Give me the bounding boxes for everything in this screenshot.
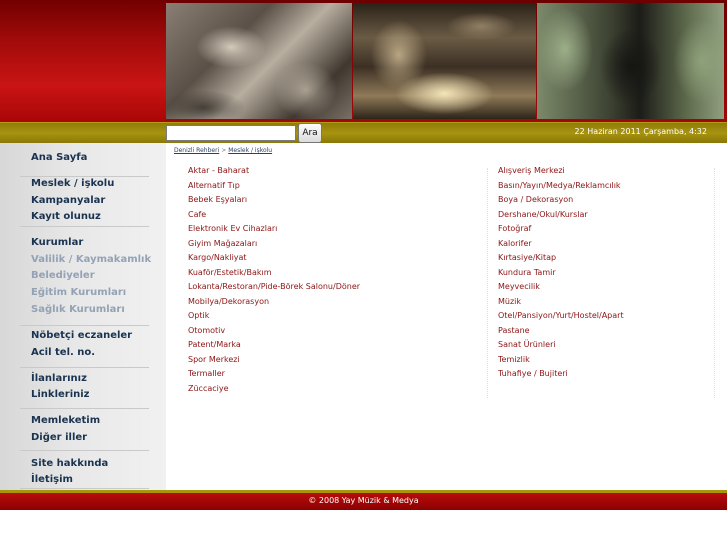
category-link[interactable]: Müzik: [498, 297, 521, 306]
cave-photo-1: [166, 3, 352, 119]
category-link[interactable]: Meyvecilik: [498, 282, 540, 291]
category-link[interactable]: Pastane: [498, 326, 530, 335]
column-divider: [487, 168, 488, 398]
category-link[interactable]: Alışveriş Merkezi: [498, 166, 565, 175]
category-link[interactable]: Tuhafiye / Bujiteri: [498, 369, 568, 378]
sidebar-item-linkleriniz[interactable]: Linkleriniz: [31, 389, 90, 400]
sidebar-divider: [20, 450, 149, 451]
sidebar-item-belediyeler[interactable]: Belediyeler: [31, 270, 95, 281]
sidebar-divider: [20, 488, 149, 489]
category-link[interactable]: Otomotiv: [188, 326, 225, 335]
header-left-banner: [0, 0, 166, 122]
sidebar-divider: [20, 325, 149, 326]
sidebar-item-egitim-kurumlari[interactable]: Eğitim Kurumları: [31, 287, 126, 298]
category-link[interactable]: Spor Merkezi: [188, 355, 240, 364]
category-link[interactable]: Kalorifer: [498, 239, 532, 248]
category-link[interactable]: Bebek Eşyaları: [188, 195, 247, 204]
breadcrumb-separator: >: [221, 147, 227, 154]
sidebar-item-ilanlariniz[interactable]: İlanlarınız: [31, 373, 87, 384]
footer: © 2008 Yay Müzik & Medya: [0, 493, 727, 510]
sidebar-item-meslek-iskolu[interactable]: Meslek / işkolu: [31, 178, 114, 189]
category-link[interactable]: Elektronik Ev Cihazları: [188, 224, 277, 233]
sidebar-divider: [20, 367, 149, 368]
category-link[interactable]: Cafe: [188, 210, 206, 219]
cave-photo-3: [537, 3, 724, 119]
category-link[interactable]: Giyim Mağazaları: [188, 239, 257, 248]
sidebar-item-acil-tel[interactable]: Acil tel. no.: [31, 347, 95, 358]
category-link[interactable]: Optik: [188, 311, 209, 320]
category-link[interactable]: Boya / Dekorasyon: [498, 195, 573, 204]
sidebar-item-iletisim[interactable]: İletişim: [31, 474, 73, 485]
sidebar-divider: [20, 408, 149, 409]
category-link[interactable]: Kuaför/Estetik/Bakım: [188, 268, 272, 277]
category-link[interactable]: Lokanta/Restoran/Pide-Börek Salonu/Döner: [188, 282, 360, 291]
category-link[interactable]: Züccaciye: [188, 384, 229, 393]
sidebar-item-diger-iller[interactable]: Diğer iller: [31, 432, 87, 443]
page: Ara 22 Haziran 2011 Çarşamba, 4:32 Ana S…: [0, 0, 727, 545]
category-link[interactable]: Temizlik: [498, 355, 530, 364]
header-photo-banner: [166, 0, 727, 122]
category-link[interactable]: Basın/Yayın/Medya/Reklamcılık: [498, 181, 621, 190]
column-divider-right: [714, 168, 715, 398]
sidebar-item-saglik-kurumlari[interactable]: Sağlık Kurumları: [31, 304, 125, 315]
sidebar-item-valilik[interactable]: Valilik / Kaymakamlık: [31, 254, 151, 265]
category-link[interactable]: Sanat Ürünleri: [498, 340, 556, 349]
category-link[interactable]: Patent/Marka: [188, 340, 241, 349]
category-link[interactable]: Aktar - Baharat: [188, 166, 249, 175]
breadcrumb-current-link[interactable]: Meslek / işkolu: [228, 147, 272, 154]
breadcrumb: Denizli Rehberi > Meslek / işkolu: [174, 147, 272, 154]
category-link[interactable]: Kargo/Nakliyat: [188, 253, 247, 262]
category-link[interactable]: Fotoğraf: [498, 224, 531, 233]
category-link[interactable]: Mobilya/Dekorasyon: [188, 297, 269, 306]
sidebar-divider: [20, 226, 149, 227]
category-link[interactable]: Otel/Pansiyon/Yurt/Hostel/Apart: [498, 311, 624, 320]
category-link[interactable]: Dershane/Okul/Kurslar: [498, 210, 588, 219]
sidebar-item-ana-sayfa[interactable]: Ana Sayfa: [31, 152, 87, 163]
sidebar-item-nobetci-eczaneler[interactable]: Nöbetçi eczaneler: [31, 330, 132, 341]
sidebar-item-site-hakkinda[interactable]: Site hakkında: [31, 458, 108, 469]
breadcrumb-root-link[interactable]: Denizli Rehberi: [174, 147, 219, 154]
sidebar-divider: [20, 176, 149, 177]
cave-photo-2: [353, 3, 536, 119]
search-button[interactable]: Ara: [298, 123, 322, 143]
sidebar-item-kurumlar[interactable]: Kurumlar: [31, 237, 83, 248]
category-link[interactable]: Kundura Tamir: [498, 268, 556, 277]
current-datetime: 22 Haziran 2011 Çarşamba, 4:32: [574, 127, 707, 136]
footer-copyright: © 2008 Yay Müzik & Medya: [308, 496, 419, 505]
category-link[interactable]: Kırtasiye/Kitap: [498, 253, 556, 262]
search-input[interactable]: [166, 125, 296, 141]
sidebar-item-kampanyalar[interactable]: Kampanyalar: [31, 195, 105, 206]
category-link[interactable]: Alternatif Tıp: [188, 181, 240, 190]
sidebar: Ana Sayfa Meslek / işkolu Kampanyalar Ka…: [0, 143, 166, 490]
category-link[interactable]: Termaller: [188, 369, 225, 378]
sidebar-item-kayit-olunuz[interactable]: Kayıt olunuz: [31, 211, 101, 222]
main-content: Denizli Rehberi > Meslek / işkolu Aktar - …: [166, 143, 727, 490]
sidebar-item-memleketim[interactable]: Memleketim: [31, 415, 100, 426]
